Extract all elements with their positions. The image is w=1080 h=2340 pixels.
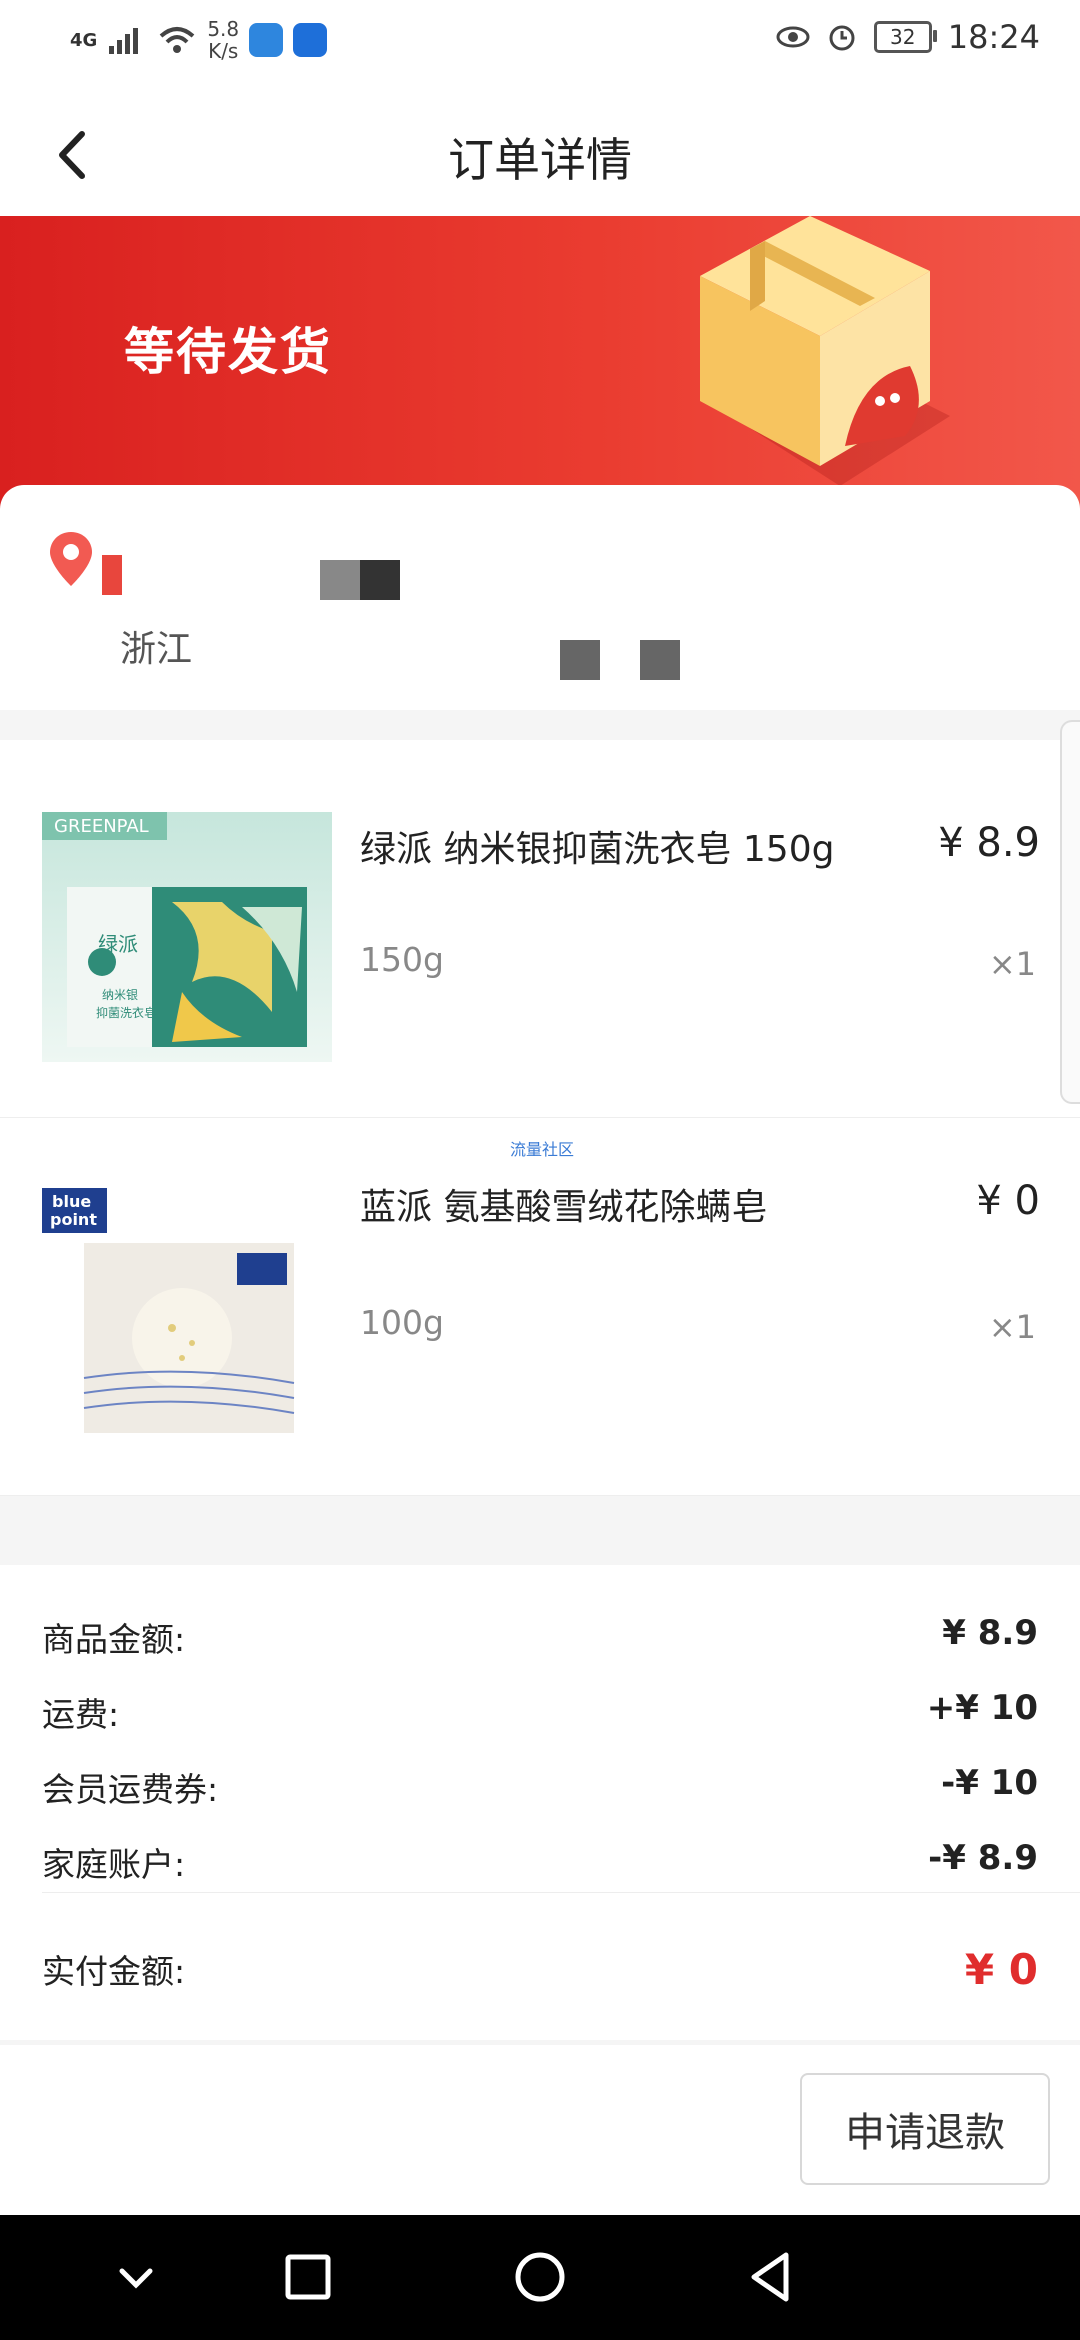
network-label: 4G bbox=[70, 29, 98, 51]
page-title: 订单详情 bbox=[448, 133, 632, 187]
address-card[interactable]: 浙江 bbox=[0, 485, 1080, 710]
recent-apps-icon[interactable] bbox=[276, 2245, 340, 2309]
redacted-address-1 bbox=[560, 640, 600, 680]
summary-divider bbox=[42, 1892, 1080, 1893]
section-divider bbox=[0, 1535, 1080, 1565]
product-image-brand-cn: 绿派 bbox=[98, 932, 138, 956]
scroll-indicator[interactable] bbox=[1060, 720, 1080, 1104]
battery-icon: 32 bbox=[873, 21, 937, 53]
product-image-brand: GREENPAL bbox=[54, 816, 149, 837]
system-navigation-bar bbox=[0, 2215, 1080, 2340]
package-box-illustration bbox=[700, 216, 950, 486]
summary-label: 运费: bbox=[42, 1695, 120, 1734]
summary-label: 商品金额: bbox=[42, 1620, 186, 1659]
summary-row-shipping-coupon: 会员运费券: -¥ 10 bbox=[42, 1763, 1038, 1811]
summary-row-shipping: 运费: +¥ 10 bbox=[42, 1688, 1038, 1736]
summary-value: ¥ 8.9 bbox=[942, 1613, 1038, 1653]
summary-row-goods-amount: 商品金额: ¥ 8.9 bbox=[42, 1613, 1038, 1661]
product-name: 绿派 纳米银抑菌洗衣皂 150g bbox=[360, 829, 835, 870]
summary-row-family-account: 家庭账户: -¥ 8.9 bbox=[42, 1838, 1038, 1886]
product-list: GREENPAL 绿派 纳米银 抑菌洗衣皂 绿派 纳米银抑菌洗衣皂 150g ¥… bbox=[0, 740, 1080, 1496]
product-item[interactable]: GREENPAL 绿派 纳米银 抑菌洗衣皂 绿派 纳米银抑菌洗衣皂 150g ¥… bbox=[0, 740, 1080, 1118]
collapse-chevron-icon[interactable] bbox=[104, 2245, 168, 2309]
section-divider bbox=[0, 710, 1080, 740]
redacted-address-2 bbox=[640, 640, 680, 680]
summary-value: -¥ 10 bbox=[941, 1763, 1038, 1803]
payment-summary: 商品金额: ¥ 8.9 运费: +¥ 10 会员运费券: -¥ 10 家庭账户:… bbox=[0, 1565, 1080, 2040]
product-price: ¥ 8.9 bbox=[938, 820, 1040, 866]
product-price: ¥ 0 bbox=[976, 1178, 1040, 1224]
clock-time: 18:24 bbox=[947, 18, 1040, 56]
order-status-text: 等待发货 bbox=[124, 323, 332, 381]
footer-bar: 申请退款 bbox=[0, 2045, 1080, 2215]
net-speed: 5.8 K/s bbox=[207, 17, 240, 63]
summary-label: 会员运费券: bbox=[42, 1770, 219, 1809]
product-item[interactable]: 流量社区 blue point 蓝派 氨基酸雪绒花除螨皂 ¥ 0 100g ×1 bbox=[0, 1118, 1080, 1496]
product-image-caption: 纳米银 bbox=[102, 988, 139, 1002]
alarm-icon bbox=[829, 25, 855, 51]
total-value: ¥ 0 bbox=[964, 1945, 1038, 1994]
product-quantity: ×1 bbox=[988, 1308, 1036, 1346]
product-image-brand: point bbox=[50, 1210, 97, 1229]
summary-total: 实付金额: ¥ 0 bbox=[42, 1945, 1038, 1994]
address-province: 浙江 bbox=[120, 629, 193, 670]
summary-value: -¥ 8.9 bbox=[928, 1838, 1038, 1878]
total-label: 实付金额: bbox=[42, 1952, 186, 1991]
eye-icon bbox=[776, 26, 810, 48]
signal-icon bbox=[109, 28, 139, 54]
product-spec: 100g bbox=[360, 1303, 444, 1342]
product-spec: 150g bbox=[360, 940, 444, 979]
app-notification-icon bbox=[249, 23, 284, 57]
status-bar: 4G 5.8 K/s 32 18:24 bbox=[0, 0, 1080, 92]
summary-value: +¥ 10 bbox=[926, 1688, 1038, 1728]
community-tag: 流量社区 bbox=[510, 1140, 575, 1159]
back-triangle-icon[interactable] bbox=[740, 2245, 804, 2309]
product-image-caption: 抑菌洗衣皂 bbox=[96, 1006, 157, 1020]
product-name: 蓝派 氨基酸雪绒花除螨皂 bbox=[360, 1187, 768, 1228]
nav-bar: 订单详情 bbox=[0, 92, 1080, 216]
summary-label: 家庭账户: bbox=[42, 1845, 186, 1884]
wifi-icon bbox=[159, 27, 195, 53]
refund-button[interactable]: 申请退款 bbox=[800, 2073, 1050, 2185]
product-image bbox=[42, 812, 332, 1062]
product-quantity: ×1 bbox=[988, 945, 1036, 983]
shield-app-icon bbox=[293, 23, 328, 57]
redacted-phone bbox=[320, 560, 400, 600]
location-pin-icon bbox=[50, 532, 92, 586]
product-image-brand: blue bbox=[52, 1192, 92, 1211]
redacted-name bbox=[102, 555, 122, 595]
home-icon[interactable] bbox=[508, 2245, 572, 2309]
